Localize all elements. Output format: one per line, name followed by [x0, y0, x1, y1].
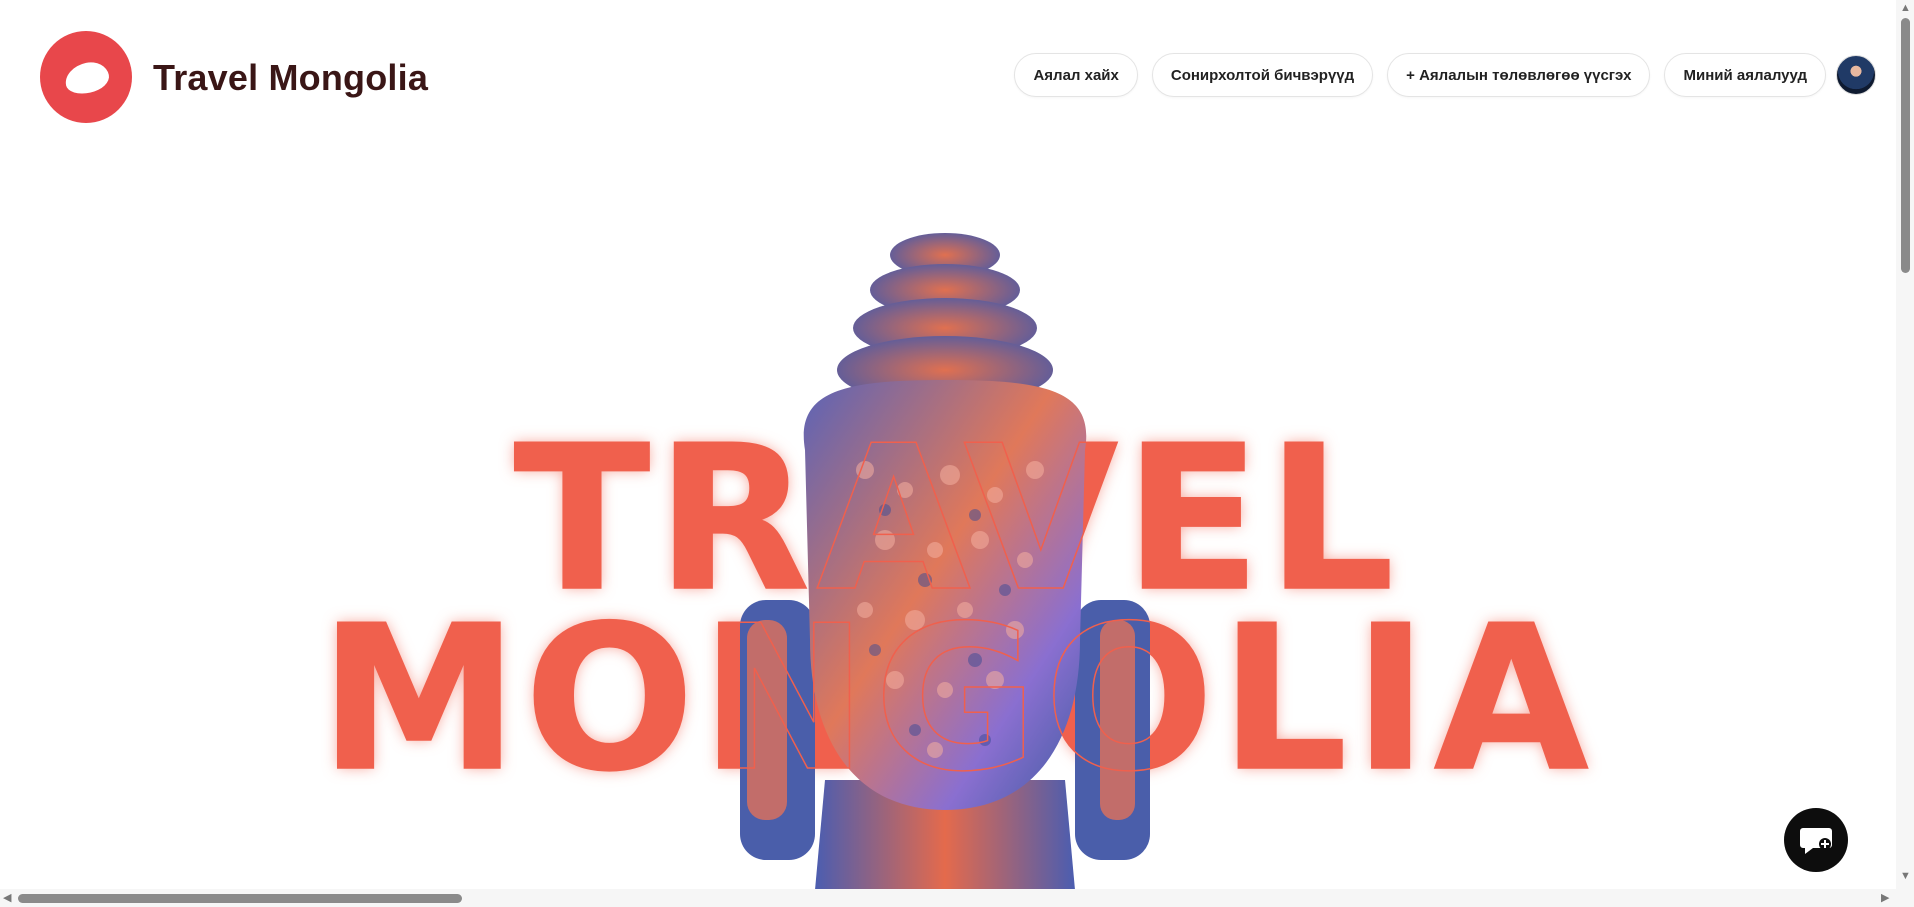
chat-icon	[1800, 828, 1832, 854]
buddha-statue-image	[740, 233, 1150, 890]
brand-title[interactable]: Travel Mongolia	[153, 57, 428, 99]
nav-create-trip-plan-button[interactable]: + Аялалын төлөвлөгөө үүсгэх	[1387, 53, 1651, 97]
vertical-scrollbar[interactable]: ▲ ▼	[1896, 0, 1914, 907]
logo-icon[interactable]	[40, 31, 132, 123]
nav-search-trips-button[interactable]: Аялал хайх	[1014, 53, 1138, 97]
scroll-up-icon[interactable]: ▲	[1900, 3, 1911, 14]
vertical-scroll-thumb[interactable]	[1901, 18, 1910, 273]
nav-interesting-posts-button[interactable]: Сонирхолтой бичвэрүүд	[1151, 53, 1374, 97]
scroll-right-icon[interactable]: ▶	[1881, 893, 1889, 904]
horizontal-scroll-thumb[interactable]	[18, 894, 462, 903]
nav-my-trips-button[interactable]: Миний аялалууд	[1664, 53, 1826, 97]
horizontal-scrollbar[interactable]: ◀ ▶	[0, 889, 1896, 907]
user-avatar[interactable]	[1836, 55, 1876, 95]
scroll-left-icon[interactable]: ◀	[3, 893, 11, 904]
scroll-down-icon[interactable]: ▼	[1900, 871, 1911, 882]
main-nav: Аялал хайх Сонирхолтой бичвэрүүд + Аялал…	[1014, 53, 1826, 97]
chat-button[interactable]	[1784, 808, 1848, 872]
